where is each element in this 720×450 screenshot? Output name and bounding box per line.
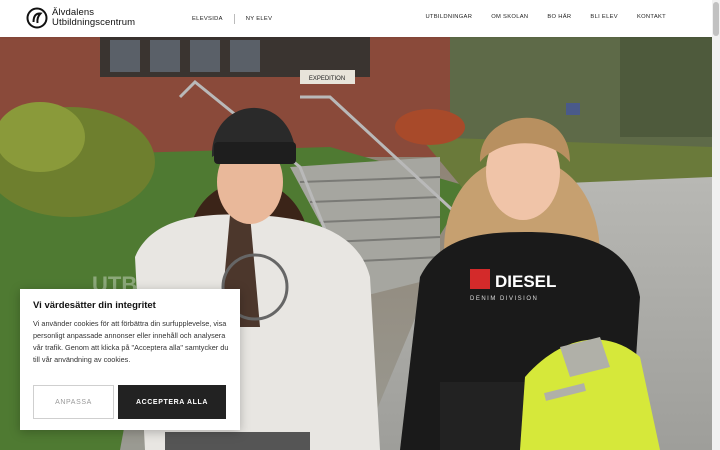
- shirt-brand: DIESEL: [495, 272, 556, 291]
- sign-text: EXPEDITION: [309, 76, 345, 82]
- cookie-title: Vi värdesätter din integritet: [33, 300, 156, 311]
- scrollbar[interactable]: [712, 0, 720, 450]
- nav-bo-har[interactable]: BO HÄR: [547, 14, 571, 20]
- scrollbar-thumb[interactable]: [713, 2, 719, 36]
- cookie-banner: Vi värdesätter din integritet Vi använde…: [20, 289, 240, 430]
- nav-om-skolan[interactable]: OM SKOLAN: [491, 14, 528, 20]
- nav-divider: [233, 14, 235, 24]
- nav-kontakt[interactable]: KONTAKT: [637, 14, 666, 20]
- nav-elevsida[interactable]: ELEVSIDA: [192, 16, 223, 22]
- logo[interactable]: Älvdalens Utbildningscentrum: [26, 6, 135, 30]
- cookie-body: Vi använder cookies för att förbättra di…: [33, 319, 229, 364]
- customize-button[interactable]: ANPASSA: [33, 385, 114, 419]
- shirt-sub: DENIM DIVISION: [470, 296, 538, 302]
- nav-bli-elev[interactable]: BLI ELEV: [590, 14, 618, 20]
- site-header: Älvdalens Utbildningscentrum ELEVSIDA NY…: [0, 0, 712, 37]
- logo-circle-icon: [26, 7, 48, 29]
- accept-all-button[interactable]: ACCEPTERA ALLA: [118, 385, 226, 419]
- nav-utbildningar[interactable]: UTBILDNINGAR: [425, 14, 472, 20]
- logo-line-2: Utbildningscentrum: [52, 17, 136, 28]
- nav-ny-elev[interactable]: NY ELEV: [246, 16, 272, 22]
- nav-left: ELEVSIDA NY ELEV: [192, 14, 272, 24]
- main-nav: UTBILDNINGAR OM SKOLAN BO HÄR BLI ELEV K…: [406, 14, 666, 20]
- logo-text: Älvdalens Utbildningscentrum: [52, 7, 136, 29]
